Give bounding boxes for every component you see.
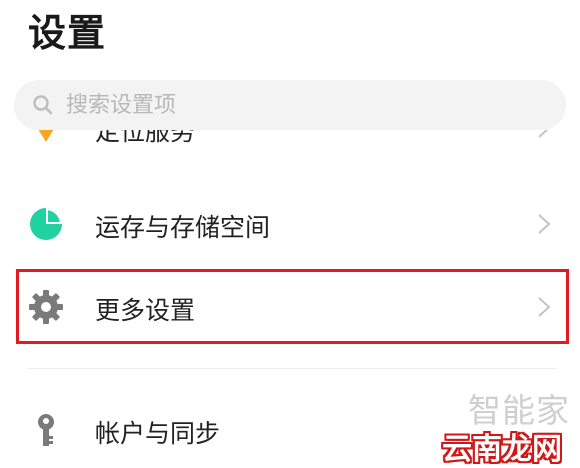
settings-item-location[interactable]: 定位服务: [0, 130, 580, 182]
divider: [28, 368, 556, 369]
settings-item-label: 更多设置: [95, 296, 196, 325]
storage-pie-icon: [30, 208, 62, 240]
settings-item-label: 帐户与同步: [95, 419, 221, 448]
settings-item-more-settings[interactable]: 更多设置: [0, 267, 580, 347]
page-title: 设置: [28, 11, 107, 55]
chevron-right-icon: [538, 130, 549, 138]
settings-item-storage[interactable]: 运存与存储空间: [0, 184, 580, 264]
chevron-right-icon: [538, 214, 551, 234]
settings-list: 定位服务 运存与存储空间 更多设置 帐户与同步: [0, 130, 580, 466]
settings-item-account-sync[interactable]: 帐户与同步: [0, 392, 580, 466]
settings-item-label: 定位服务: [95, 130, 196, 146]
search-icon: [33, 95, 53, 115]
key-icon: [38, 414, 54, 446]
gear-icon: [29, 290, 63, 324]
search-bar[interactable]: [14, 80, 566, 130]
settings-item-label: 运存与存储空间: [95, 213, 271, 242]
location-icon: [38, 130, 54, 142]
search-input[interactable]: [66, 89, 546, 121]
chevron-right-icon: [538, 297, 551, 317]
